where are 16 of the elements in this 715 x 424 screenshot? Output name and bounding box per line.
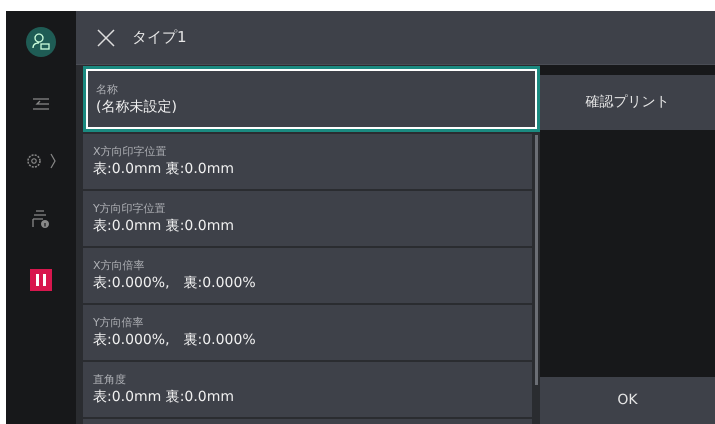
setting-item[interactable]: Y方向倍率 表:0.000%, 裏:0.000% <box>83 305 532 360</box>
setting-item[interactable]: 直角度 表:0.0mm 裏:0.0mm <box>83 362 532 417</box>
setting-item[interactable]: Y方向印字位置 表:0.0mm 裏:0.0mm <box>83 191 532 246</box>
pause-icon[interactable] <box>30 269 52 291</box>
chevron-right-icon[interactable] <box>50 153 56 169</box>
gear-icon[interactable] <box>26 153 42 169</box>
setting-item[interactable]: X方向倍率 表:0.000%, 裏:0.000% <box>83 248 532 303</box>
proof-print-button[interactable]: 確認プリント <box>540 75 715 130</box>
user-icon[interactable] <box>26 27 56 57</box>
scrollbar[interactable] <box>535 135 538 385</box>
ok-button[interactable]: OK <box>540 377 715 424</box>
close-icon[interactable] <box>96 28 116 48</box>
printer-info-icon[interactable] <box>32 209 50 229</box>
window-title: タイプ1 <box>132 27 187 48</box>
setting-item[interactable]: 名称 (名称未設定) <box>83 66 540 132</box>
setting-item[interactable]: X方向印字位置 表:0.0mm 裏:0.0mm <box>83 134 532 189</box>
